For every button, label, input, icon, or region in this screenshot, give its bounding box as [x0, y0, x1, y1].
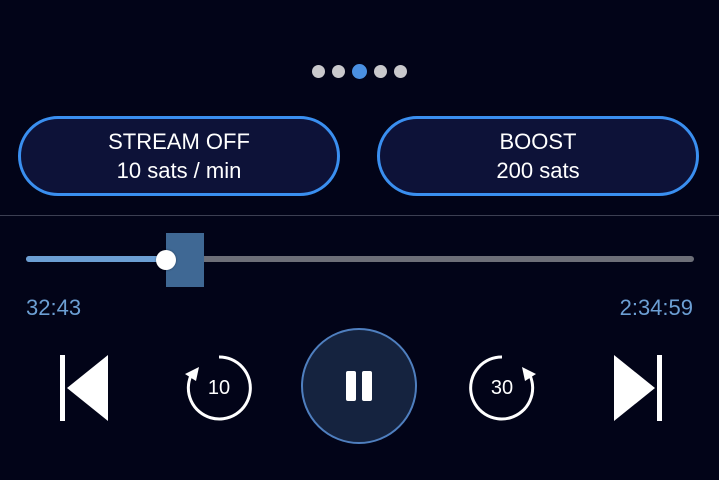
rewind-button[interactable]: 10	[183, 352, 255, 424]
divider	[0, 215, 719, 216]
page-dot[interactable]	[332, 64, 345, 78]
rewind-seconds-label: 10	[207, 376, 231, 399]
next-button[interactable]	[612, 353, 664, 423]
previous-button[interactable]	[58, 353, 110, 423]
pause-icon	[346, 371, 372, 401]
boost-amount-label: 200 sats	[496, 158, 580, 183]
progress-track[interactable]	[26, 256, 694, 262]
boost-title-label: BOOST	[499, 129, 577, 154]
total-duration: 2:34:59	[619, 295, 693, 320]
forward-seconds-label: 30	[490, 376, 514, 399]
page-dot[interactable]	[312, 64, 325, 78]
player-screen: STREAM OFF 10 sats / min BOOST 200 sats …	[0, 0, 719, 480]
stream-button[interactable]: STREAM OFF 10 sats / min	[18, 116, 340, 196]
page-dot[interactable]	[394, 64, 407, 78]
page-dot-active[interactable]	[352, 63, 367, 79]
progress-fill	[26, 256, 167, 262]
elapsed-time: 32:43	[26, 295, 82, 320]
stream-rate-label: 10 sats / min	[116, 158, 242, 183]
forward-button[interactable]: 30	[466, 352, 538, 424]
stream-status-label: STREAM OFF	[108, 129, 250, 154]
skip-previous-icon	[60, 355, 108, 421]
page-dot[interactable]	[374, 64, 387, 78]
skip-next-icon	[614, 355, 662, 421]
boost-button[interactable]: BOOST 200 sats	[377, 116, 699, 196]
page-indicator	[0, 63, 719, 79]
pause-button[interactable]	[301, 328, 417, 444]
